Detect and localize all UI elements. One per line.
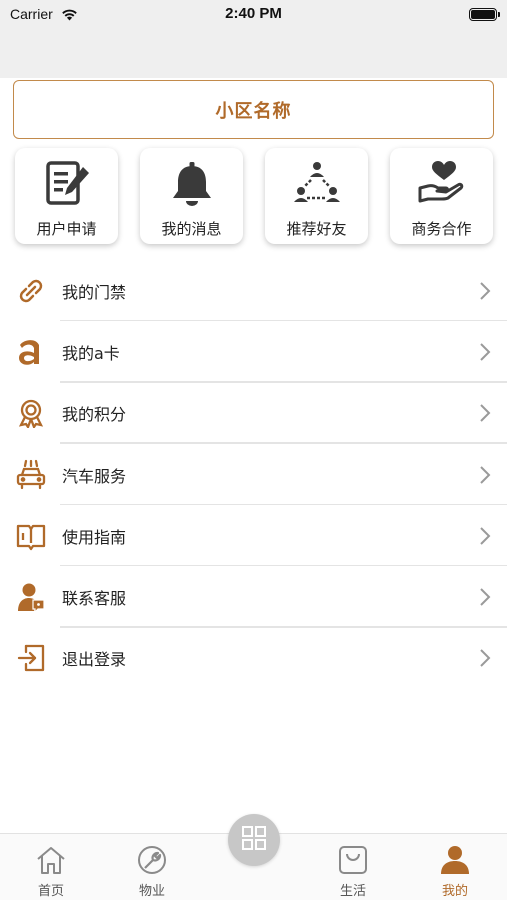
book-icon (15, 520, 47, 552)
customer-service-icon (15, 581, 47, 613)
quick-action-label: 商务合作 (411, 220, 472, 238)
menu-item-label: 联系客服 (62, 589, 127, 609)
application-form-icon (15, 158, 118, 210)
menu-item-label: 使用指南 (62, 527, 127, 547)
a-card-icon (15, 336, 47, 368)
menu-item-label: 汽车服务 (62, 466, 127, 486)
tab-property[interactable]: 物业 (112, 834, 192, 901)
chevron-right-icon (479, 648, 491, 672)
quick-action-label: 推荐好友 (286, 220, 347, 238)
menu-list: 我的门禁 我的a卡 我的积分 汽车服务 使用指南 联系客服 退出登录 (0, 260, 507, 689)
menu-item-label: 我的a卡 (62, 343, 120, 363)
tab-label: 生活 (339, 884, 366, 899)
medal-icon (15, 397, 47, 429)
menu-item-access-control[interactable]: 我的门禁 (0, 260, 507, 322)
menu-item-label: 退出登录 (62, 650, 127, 670)
menu-item-user-guide[interactable]: 使用指南 (0, 505, 507, 567)
chevron-right-icon (479, 342, 491, 366)
chevron-right-icon (479, 587, 491, 611)
tab-life[interactable]: 生活 (313, 834, 393, 901)
menu-item-label: 我的积分 (62, 405, 127, 425)
chevron-right-icon (479, 281, 491, 305)
quick-action-label: 用户申请 (36, 220, 97, 238)
menu-item-points[interactable]: 我的积分 (0, 383, 507, 444)
chevron-right-icon (479, 526, 491, 550)
hand-heart-icon (390, 158, 493, 210)
person-icon (415, 845, 495, 875)
clock: 2:40 PM (225, 5, 282, 22)
shopping-bag-icon (313, 845, 393, 875)
qr-code-icon (240, 824, 268, 856)
tab-label: 首页 (37, 884, 64, 899)
tab-label: 我的 (441, 884, 468, 899)
quick-action-recommend-friends[interactable]: 推荐好友 (265, 148, 368, 244)
menu-item-car-service[interactable]: 汽车服务 (0, 444, 507, 506)
menu-item-label: 我的门禁 (62, 282, 127, 302)
wrench-icon (112, 845, 192, 875)
tab-mine[interactable]: 我的 (415, 834, 495, 901)
network-friends-icon (265, 158, 368, 210)
quick-action-business-cooperation[interactable]: 商务合作 (390, 148, 493, 244)
link-icon (15, 275, 47, 307)
menu-item-logout[interactable]: 退出登录 (0, 628, 507, 689)
community-name-box[interactable]: 小区名称 (13, 80, 494, 139)
quick-action-label: 我的消息 (161, 220, 222, 238)
status-bar: Carrier 2:40 PM (0, 0, 507, 78)
quick-actions: 用户申请 我的消息 推荐好友 商务合作 (15, 148, 493, 244)
quick-action-my-messages[interactable]: 我的消息 (140, 148, 243, 244)
chevron-right-icon (479, 403, 491, 427)
home-icon (11, 845, 91, 875)
battery-icon (469, 8, 500, 21)
chevron-right-icon (479, 465, 491, 489)
bell-icon (140, 158, 243, 210)
logout-icon (15, 642, 47, 674)
tab-home[interactable]: 首页 (11, 834, 91, 901)
tab-label: 物业 (138, 884, 165, 899)
quick-action-user-application[interactable]: 用户申请 (15, 148, 118, 244)
menu-item-a-card[interactable]: 我的a卡 (0, 321, 507, 383)
car-icon (15, 459, 47, 491)
menu-item-customer-service[interactable]: 联系客服 (0, 566, 507, 628)
scan-qr-button[interactable] (228, 814, 280, 866)
community-name: 小区名称 (215, 100, 292, 122)
